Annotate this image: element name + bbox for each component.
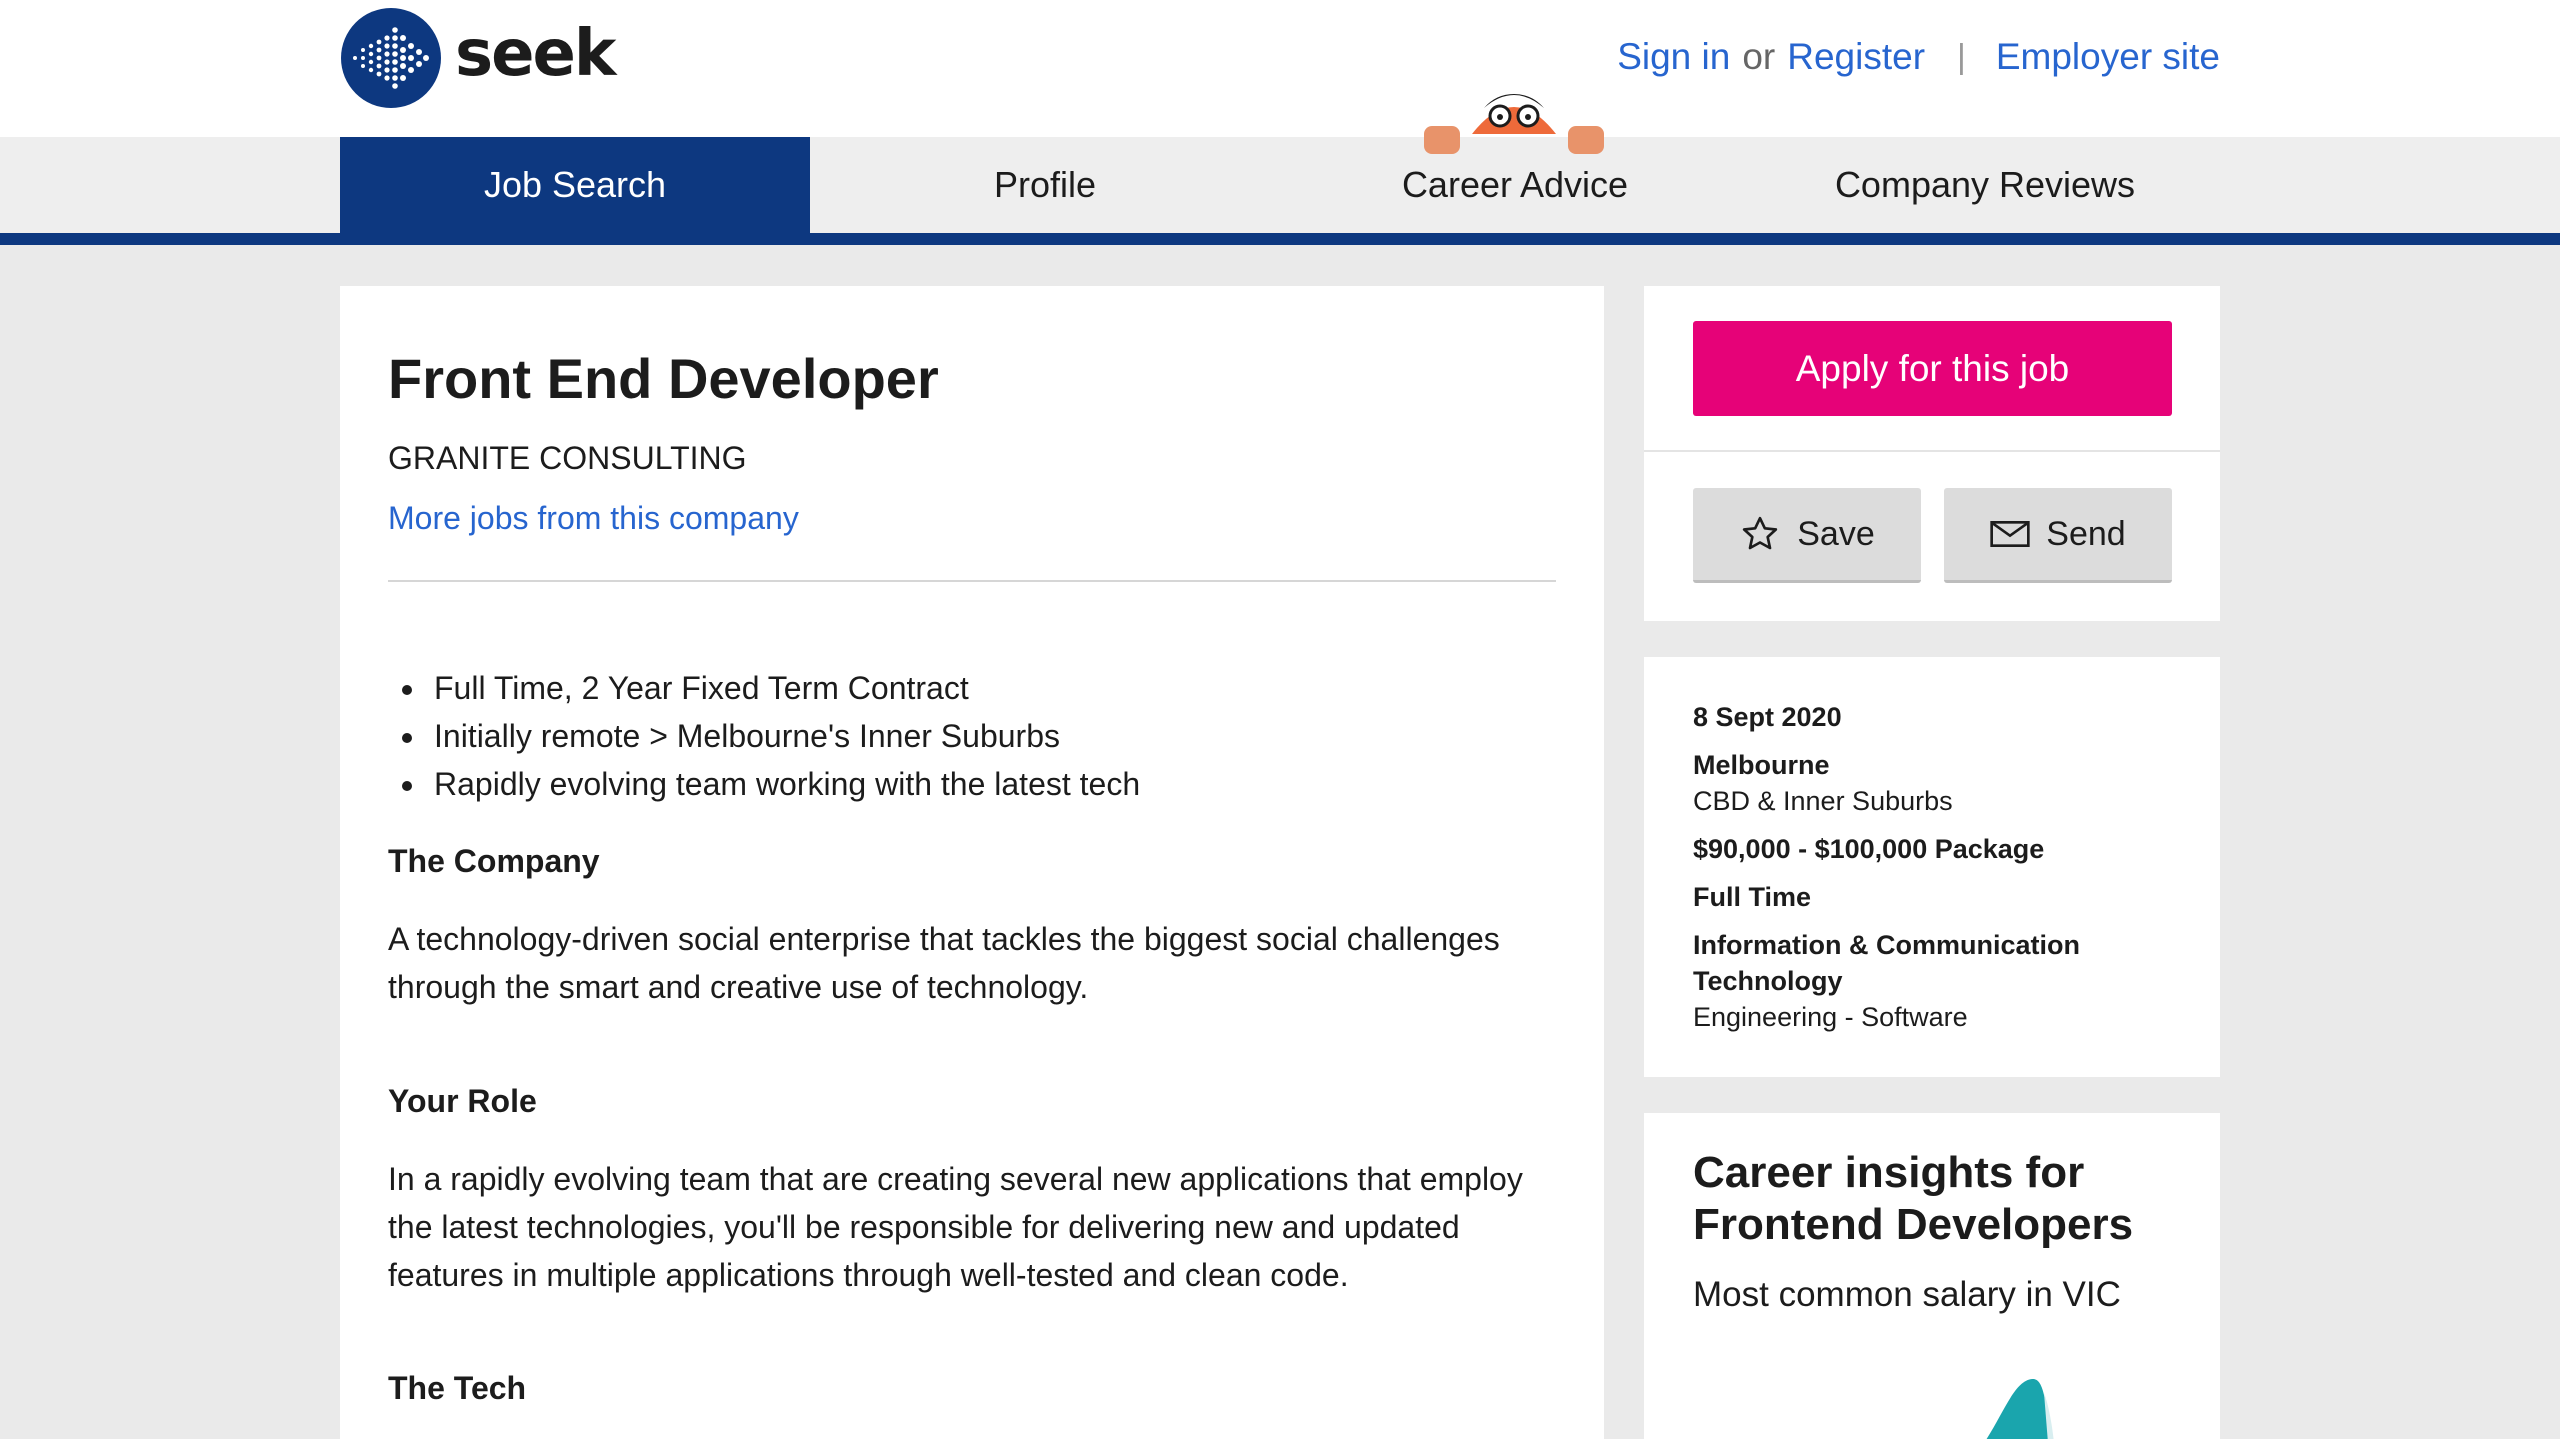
job-location: Melbourne (1693, 750, 1830, 780)
or-text: or (1742, 36, 1776, 77)
listing-date: 8 Sept 2020 (1693, 702, 1842, 732)
section-heading-role: Your Role (388, 1083, 537, 1119)
job-details-card: Front End Developer GRANITE CONSULTING M… (340, 286, 1604, 1439)
seek-logo-text: seek (455, 17, 616, 91)
section-heading-company: The Company (388, 843, 600, 879)
star-icon (1743, 516, 1778, 550)
send-button[interactable]: Send (1944, 488, 2172, 583)
career-insights-panel: Career insights for Frontend Developers … (1644, 1113, 2220, 1439)
career-advice-mascot-icon (1424, 94, 1604, 154)
job-salary: $90,000 - $100,000 Package (1693, 834, 2045, 864)
list-item: Initially remote > Melbourne's Inner Sub… (428, 712, 1140, 760)
save-button[interactable]: Save (1693, 488, 1921, 583)
job-classification: Information & Communication Technology (1693, 930, 2080, 996)
nav-underline (0, 233, 2560, 245)
tab-company-reviews[interactable]: Company Reviews (1750, 137, 2220, 233)
list-item: Rapidly evolving team working with the l… (428, 760, 1140, 808)
job-area: CBD & Inner Suburbs (1693, 786, 1953, 816)
account-links: Sign in or Register | Employer site (1617, 36, 2220, 78)
apply-panel: Apply for this job Save Send (1644, 286, 2220, 621)
job-work-type: Full Time (1693, 882, 1812, 912)
job-highlights: Full Time, 2 Year Fixed Term Contract In… (428, 664, 1140, 808)
salary-chart-icon (1986, 1378, 2054, 1439)
section-heading-tech: The Tech (388, 1370, 527, 1406)
job-sub-classification: Engineering - Software (1693, 1002, 1968, 1032)
list-item: Full Time, 2 Year Fixed Term Contract (428, 664, 1140, 712)
more-jobs-link[interactable]: More jobs from this company (388, 500, 799, 537)
send-label: Send (2046, 514, 2126, 553)
divider (388, 580, 1556, 582)
seek-logo[interactable]: seek (341, 8, 616, 108)
save-label: Save (1797, 514, 1875, 553)
insights-title: Career insights for Frontend Developers (1693, 1148, 2134, 1249)
section-text-company: A technology-driven social enterprise th… (388, 921, 1500, 1005)
site-header: seek Sign in or Register | Employer site (0, 0, 2560, 137)
job-info-panel: 8 Sept 2020 Melbourne CBD & Inner Suburb… (1644, 657, 2220, 1077)
envelope-icon (1990, 521, 2030, 547)
apply-button[interactable]: Apply for this job (1693, 321, 2172, 416)
sign-in-link[interactable]: Sign in (1617, 36, 1730, 78)
seek-logo-icon (341, 8, 441, 108)
main-nav: Job Search Profile Career Advice Company… (0, 137, 2560, 233)
employer-site-link[interactable]: Employer site (1996, 36, 2220, 78)
company-name: GRANITE CONSULTING (388, 440, 747, 476)
job-title: Front End Developer (388, 347, 939, 410)
tab-profile[interactable]: Profile (810, 137, 1280, 233)
section-text-role: In a rapidly evolving team that are crea… (388, 1161, 1523, 1293)
insights-subtitle: Most common salary in VIC (1693, 1275, 2121, 1314)
tab-job-search[interactable]: Job Search (340, 137, 810, 233)
link-separator: | (1957, 37, 1966, 76)
divider (1644, 450, 2220, 452)
register-link[interactable]: Register (1787, 36, 1925, 78)
